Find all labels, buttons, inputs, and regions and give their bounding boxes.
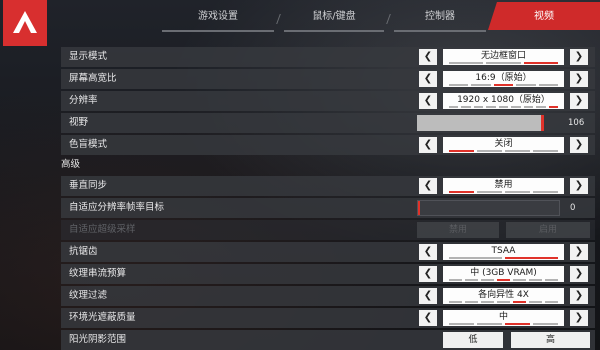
vsync-ticks	[449, 191, 558, 193]
ambient-occlusion-value: 中	[443, 310, 564, 326]
sun-shadow-low-button[interactable]: 低	[443, 332, 503, 348]
vsync-prev-button[interactable]: ❮	[419, 178, 437, 194]
settings-tabs: 游戏设置 鼠标/键盘 控制器 视频	[162, 2, 600, 32]
aspect-ratio-ticks	[449, 84, 559, 86]
anti-aliasing-label: 抗锯齿	[69, 246, 98, 257]
colorblind-value: 关闭	[443, 137, 564, 153]
apex-logo[interactable]	[3, 0, 47, 46]
section-advanced-heading: 高级	[61, 159, 81, 170]
row-ambient-occlusion: 环境光遮蔽质量 ❮ 中 ❯	[61, 308, 595, 328]
adaptive-resolution-value: 0	[570, 203, 576, 213]
fov-value: 106	[568, 118, 585, 128]
row-vsync: 垂直同步 ❮ 禁用 ❯	[61, 176, 595, 196]
row-fov: 视野 106	[61, 113, 595, 133]
adaptive-resolution-slider-handle[interactable]	[418, 201, 420, 215]
tab-separator	[276, 14, 281, 24]
display-mode-value-text: 无边框窗口	[480, 51, 526, 61]
row-aspect-ratio: 屏幕高宽比 ❮ 16:9（原始） ❯	[61, 69, 595, 89]
display-mode-next-button[interactable]: ❯	[570, 49, 588, 65]
texture-budget-ticks	[449, 279, 558, 281]
display-mode-value: 无边框窗口	[443, 49, 564, 65]
anti-aliasing-prev-button[interactable]: ❮	[419, 244, 437, 260]
texture-budget-prev-button[interactable]: ❮	[419, 266, 437, 282]
row-texture-filtering: 纹理过滤 ❮ 各向异性 4X ❯	[61, 286, 595, 306]
aspect-ratio-next-button[interactable]: ❯	[570, 71, 588, 87]
sun-shadow-high-button[interactable]: 高	[511, 332, 590, 348]
sun-shadow-coverage-label: 阳光阴影范围	[69, 334, 127, 345]
row-texture-budget: 纹理串流预算 ❮ 中 (3GB VRAM) ❯	[61, 264, 595, 284]
resolution-value: 1920 x 1080（原始）	[443, 93, 564, 109]
apex-logo-icon	[13, 11, 37, 33]
vsync-value: 禁用	[443, 178, 564, 194]
anti-aliasing-ticks	[449, 257, 558, 259]
texture-filtering-label: 纹理过滤	[69, 290, 108, 301]
ambient-occlusion-ticks	[449, 323, 558, 325]
adaptive-supersampling-disable-button: 禁用	[417, 222, 499, 238]
fov-slider-handle[interactable]	[541, 115, 544, 131]
resolution-ticks	[449, 106, 558, 108]
row-colorblind: 色盲模式 ❮ 关闭 ❯	[61, 135, 595, 155]
row-adaptive-supersampling: 自适应超级采样 禁用 启用	[61, 220, 595, 240]
colorblind-next-button[interactable]: ❯	[570, 137, 588, 153]
display-mode-label: 显示模式	[69, 51, 108, 62]
display-mode-prev-button[interactable]: ❮	[419, 49, 437, 65]
adaptive-resolution-label: 自适应分辨率帧率目标	[69, 202, 165, 213]
colorblind-label: 色盲模式	[69, 139, 108, 150]
tab-controller[interactable]: 控制器	[394, 2, 486, 32]
row-anti-aliasing: 抗锯齿 ❮ TSAA ❯	[61, 242, 595, 262]
fov-slider-fill	[417, 115, 541, 131]
aspect-ratio-prev-button[interactable]: ❮	[419, 71, 437, 87]
tab-separator	[386, 14, 391, 24]
anti-aliasing-next-button[interactable]: ❯	[570, 244, 588, 260]
top-nav: 游戏设置 鼠标/键盘 控制器 视频	[0, 0, 600, 46]
row-display-mode: 显示模式 ❮ 无边框窗口 ❯	[61, 47, 595, 67]
resolution-next-button[interactable]: ❯	[570, 93, 588, 109]
anti-aliasing-value: TSAA	[443, 244, 564, 260]
texture-filtering-ticks	[449, 301, 558, 303]
adaptive-supersampling-enable-button: 启用	[506, 222, 590, 238]
tab-video[interactable]: 视频	[488, 2, 600, 30]
vsync-value-text: 禁用	[494, 180, 513, 190]
row-resolution: 分辨率 ❮ 1920 x 1080（原始） ❯	[61, 91, 595, 111]
texture-budget-label: 纹理串流预算	[69, 268, 127, 279]
colorblind-ticks	[449, 150, 558, 152]
colorblind-value-text: 关闭	[494, 139, 513, 149]
resolution-label: 分辨率	[69, 95, 98, 106]
display-mode-ticks	[449, 62, 558, 64]
row-sun-shadow-coverage: 阳光阴影范围 低 高	[61, 330, 595, 350]
tab-game-settings[interactable]: 游戏设置	[162, 2, 274, 32]
resolution-prev-button[interactable]: ❮	[419, 93, 437, 109]
texture-filtering-value-text: 各向异性 4X	[478, 290, 529, 300]
ambient-occlusion-next-button[interactable]: ❯	[570, 310, 588, 326]
ambient-occlusion-value-text: 中	[498, 312, 508, 322]
aspect-ratio-value-text: 16:9（原始）	[475, 73, 532, 83]
anti-aliasing-value-text: TSAA	[491, 246, 516, 256]
tab-mouse-keyboard[interactable]: 鼠标/键盘	[284, 2, 384, 32]
colorblind-prev-button[interactable]: ❮	[419, 137, 437, 153]
fov-slider[interactable]	[417, 115, 544, 131]
texture-budget-value-text: 中 (3GB VRAM)	[470, 268, 537, 278]
texture-budget-next-button[interactable]: ❯	[570, 266, 588, 282]
adaptive-resolution-slider[interactable]	[417, 200, 560, 216]
texture-filtering-next-button[interactable]: ❯	[570, 288, 588, 304]
fov-label: 视野	[69, 117, 89, 128]
vsync-label: 垂直同步	[69, 180, 108, 191]
texture-filtering-prev-button[interactable]: ❮	[419, 288, 437, 304]
aspect-ratio-label: 屏幕高宽比	[69, 73, 117, 84]
ambient-occlusion-prev-button[interactable]: ❮	[419, 310, 437, 326]
row-adaptive-resolution: 自适应分辨率帧率目标 0	[61, 198, 595, 218]
aspect-ratio-value: 16:9（原始）	[443, 71, 564, 87]
resolution-value-text: 1920 x 1080（原始）	[457, 95, 550, 105]
ambient-occlusion-label: 环境光遮蔽质量	[69, 312, 136, 323]
texture-filtering-value: 各向异性 4X	[443, 288, 564, 304]
texture-budget-value: 中 (3GB VRAM)	[443, 266, 564, 282]
adaptive-supersampling-label: 自适应超级采样	[69, 224, 136, 235]
vsync-next-button[interactable]: ❯	[570, 178, 588, 194]
